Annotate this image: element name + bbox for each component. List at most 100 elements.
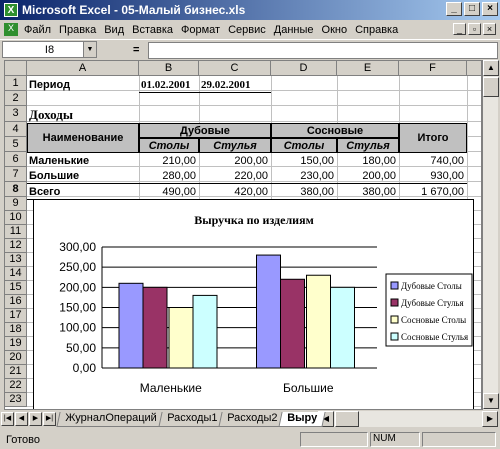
name-box[interactable]: I8 ▼ [2,41,97,58]
cell-d6[interactable]: 150,00 [271,153,337,168]
cell-e7[interactable]: 200,00 [337,168,399,183]
bar-0-1 [142,286,168,369]
sub-chairs2: Стулья [346,139,390,152]
row-header-12[interactable]: 12 [5,239,27,253]
menu-help[interactable]: Справка [355,24,398,36]
legend-swatch [390,332,399,341]
sheet-tab-expenses2[interactable]: Расходы2 [218,411,286,427]
minimize-button[interactable]: _ [446,2,462,16]
scroll-down-button[interactable]: ▼ [483,393,499,409]
column-header-f[interactable]: F [399,61,467,76]
formula-bar: I8 ▼ = [0,39,500,59]
row-header-21[interactable]: 21 [5,365,27,379]
first-sheet-icon[interactable]: |◀ [1,412,14,426]
row-header-6[interactable]: 6 [5,152,27,167]
menu-view[interactable]: Вид [104,24,124,36]
row-header-1[interactable]: 1 [5,76,27,91]
row-header-17[interactable]: 17 [5,309,27,323]
menu-data[interactable]: Данные [274,24,314,36]
row-header-15[interactable]: 15 [5,281,27,295]
cell-c7[interactable]: 220,00 [199,168,271,183]
cell-c8[interactable]: 420,00 [199,184,271,199]
cell-f7[interactable]: 930,00 [399,168,467,183]
column-header-d[interactable]: D [271,61,337,76]
next-sheet-icon[interactable]: ▶ [29,412,42,426]
row-header-2[interactable]: 2 [5,91,27,106]
cell-c6[interactable]: 200,00 [199,153,271,168]
menu-format[interactable]: Формат [181,24,220,36]
vertical-scroll-thumb[interactable] [483,77,499,97]
row-header-3[interactable]: 3 [5,106,27,122]
scroll-up-button[interactable]: ▲ [483,60,499,76]
vertical-scrollbar[interactable]: ▲ ▼ [482,60,499,410]
row-header-22[interactable]: 22 [5,379,27,393]
sub-tables: Столы [148,139,190,152]
row-header-16[interactable]: 16 [5,295,27,309]
column-header-b[interactable]: B [139,61,199,76]
select-all-corner[interactable] [5,61,27,76]
row-header-11[interactable]: 11 [5,225,27,239]
bar-1-2 [306,274,331,369]
column-header-e[interactable]: E [337,61,399,76]
horizontal-scroll-thumb[interactable] [335,411,359,427]
row-header-5[interactable]: 5 [5,137,27,152]
close-button[interactable]: × [482,2,498,16]
cell-e8[interactable]: 380,00 [337,184,399,199]
bar-0-3 [192,294,218,369]
period-label: Период [29,78,71,91]
cell-d7[interactable]: 230,00 [271,168,337,183]
horizontal-scrollbar[interactable]: ◀ ▶ [318,411,498,427]
document-icon[interactable]: X [4,23,18,36]
cell-f8[interactable]: 1 670,00 [399,184,467,199]
menu-edit[interactable]: Правка [59,24,96,36]
row-header-18[interactable]: 18 [5,323,27,337]
cell-b6[interactable]: 210,00 [139,153,199,168]
row-header-20[interactable]: 20 [5,351,27,365]
doc-minimize-button[interactable]: _ [453,23,466,35]
sheet-tab-expenses1[interactable]: Расходы1 [157,411,226,427]
column-header-c[interactable]: C [199,61,271,76]
cell-f6[interactable]: 740,00 [399,153,467,168]
period-from: 01.02.2001 [141,78,191,91]
cell-d8[interactable]: 380,00 [271,184,337,199]
doc-close-button[interactable]: × [483,23,496,35]
row-header-13[interactable]: 13 [5,253,27,267]
period-to: 29.02.2001 [201,78,251,91]
row-header-4[interactable]: 4 [5,122,27,137]
menu-insert[interactable]: Вставка [132,24,173,36]
menu-window[interactable]: Окно [322,24,348,36]
cell-b7[interactable]: 280,00 [139,168,199,183]
column-header-g[interactable] [467,61,481,76]
row-header-14[interactable]: 14 [5,267,27,281]
column-header-a[interactable]: A [27,61,139,76]
title-bar: X Microsoft Excel - 05-Малый бизнес.xls … [0,0,500,20]
formula-input[interactable] [148,42,498,59]
last-sheet-icon[interactable]: ▶| [43,412,56,426]
y-tick-label: 300,00 [59,240,96,254]
header-pine: Сосновые [306,124,364,137]
maximize-button[interactable]: □ [464,2,480,16]
row-header-23[interactable]: 23 [5,393,27,407]
legend-label: Дубовые Стулья [401,298,464,308]
row-name-total: Всего [29,185,61,198]
row-header-8[interactable]: 8 [5,182,27,197]
doc-restore-button[interactable]: ▫ [468,23,481,35]
prev-sheet-icon[interactable]: ◀ [15,412,28,426]
row-header-19[interactable]: 19 [5,337,27,351]
x-category-label: Большие [283,381,334,395]
status-num: NUM [370,432,420,447]
menu-file[interactable]: Файл [24,24,51,36]
row-header-9[interactable]: 9 [5,197,27,211]
excel-icon[interactable]: X [4,3,18,17]
revenue-chart[interactable]: Выручка по изделиям 0,00 50,00 100,00 150,00… [33,199,474,409]
sheet-tab-revenue[interactable]: Выру [278,411,326,427]
sheet-tab-journal[interactable]: ЖурналОпераций [56,411,166,427]
chevron-down-icon[interactable]: ▼ [83,42,96,57]
cell-b8[interactable]: 490,00 [139,184,199,199]
spreadsheet-grid[interactable]: A B C D E F 1 2 3 4 5 6 7 8 9 10 11 12 13 14 15 16 17 18 1… [4,60,482,410]
menu-tools[interactable]: Сервис [228,24,266,36]
cell-e6[interactable]: 180,00 [337,153,399,168]
row-header-7[interactable]: 7 [5,167,27,182]
scroll-right-button[interactable]: ▶ [482,411,498,427]
row-header-10[interactable]: 10 [5,211,27,225]
